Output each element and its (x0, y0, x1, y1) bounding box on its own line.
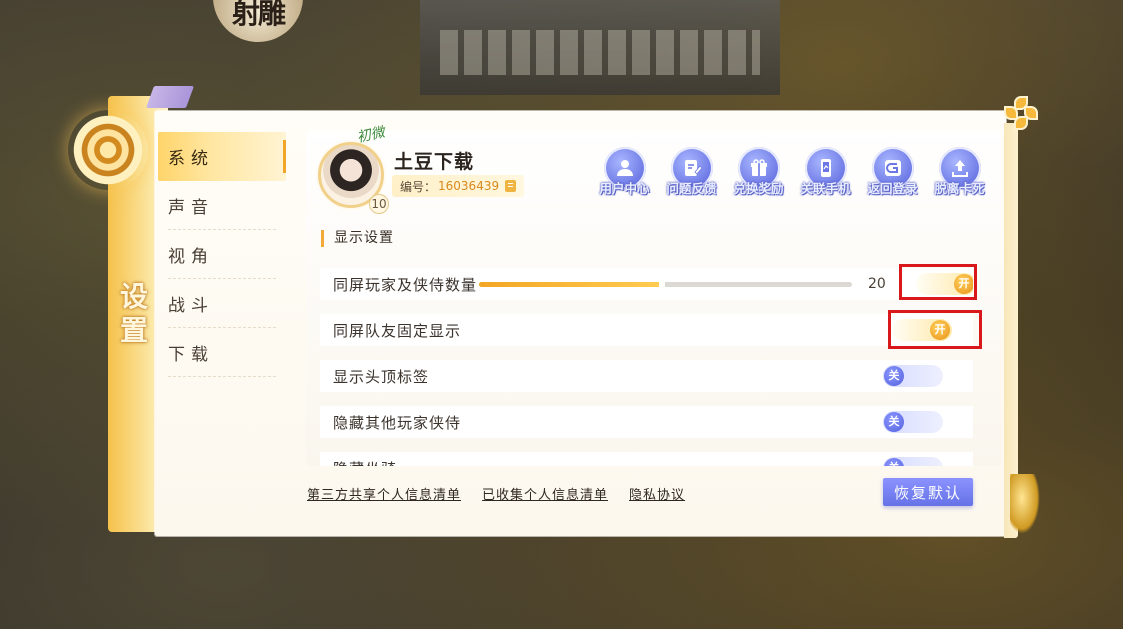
toggle-knob: 关 (884, 366, 904, 386)
quick-action-label: 脱离卡死 (934, 181, 985, 196)
ornament-decoration (1010, 474, 1040, 534)
redeem-reward-button[interactable]: 兑换奖励 (730, 147, 787, 197)
swirl-emblem-icon (68, 110, 148, 190)
escape-stuck-button[interactable]: 脱离卡死 (931, 147, 988, 197)
setting-row-teammate-display: 同屏队友固定显示 开 (320, 314, 973, 346)
ribbon-decoration (145, 86, 195, 108)
quick-action-label: 用户中心 (599, 181, 650, 196)
player-name: 土豆下载 (394, 151, 475, 173)
quick-action-label: 返回登录 (867, 181, 918, 196)
privacy-policy-link[interactable]: 隐私协议 (629, 484, 685, 503)
section-title: 显示设置 (321, 230, 394, 247)
tab-sound[interactable]: 声音 (158, 181, 286, 230)
setting-row-player-count: 同屏玩家及侠侍数量 20 开 (320, 268, 973, 300)
settings-list: 同屏玩家及侠侍数量 20 开 同屏队友固定显示 开 显示头顶标签 关 隐藏其他玩… (320, 268, 973, 466)
tab-label: 视角 (168, 247, 214, 267)
player-id-badge: 编号： 16036439 (392, 175, 525, 197)
setting-label: 显示头顶标签 (333, 367, 430, 386)
toggle-knob: 关 (884, 458, 904, 466)
feedback-button[interactable]: 问题反馈 (663, 147, 720, 197)
tab-label: 战斗 (168, 296, 214, 316)
toggle-knob: 关 (884, 412, 904, 432)
footer-links: 第三方共享个人信息清单 已收集个人信息清单 隐私协议 (307, 484, 685, 503)
slider-fill (479, 282, 662, 287)
flower-icon (1004, 96, 1038, 130)
user-center-button[interactable]: 用户中心 (596, 147, 653, 197)
setting-label: 同屏队友固定显示 (333, 321, 462, 340)
copy-icon[interactable] (505, 180, 517, 192)
tab-combat[interactable]: 战斗 (158, 279, 286, 328)
level-badge: 10 (369, 194, 389, 214)
highlight-box (888, 310, 982, 349)
background-building (420, 0, 780, 95)
head-labels-toggle[interactable]: 关 (883, 365, 943, 387)
slider-value: 20 (868, 276, 886, 292)
hide-mounts-toggle[interactable]: 关 (883, 457, 943, 466)
game-logo: 射雕 (213, 0, 303, 42)
setting-row-hide-companions: 隐藏其他玩家侠侍 关 (320, 406, 973, 438)
return-login-button[interactable]: 返回登录 (864, 147, 921, 197)
tab-label: 声音 (168, 198, 214, 218)
third-party-sharing-link[interactable]: 第三方共享个人信息清单 (307, 484, 461, 503)
avatar-rank-tag: 初微 (355, 124, 387, 146)
player-count-slider[interactable] (479, 280, 852, 289)
highlight-box (899, 264, 977, 300)
setting-row-hide-mounts: 隐藏坐骑 关 (320, 452, 973, 466)
quick-action-label: 关联手机 (800, 181, 851, 196)
panel-title: 设置 (119, 280, 148, 347)
hide-companions-toggle[interactable]: 关 (883, 411, 943, 433)
slider-handle[interactable] (658, 280, 665, 289)
quick-action-label: 问题反馈 (666, 181, 717, 196)
link-phone-button[interactable]: 关联手机 (797, 147, 854, 197)
tab-system[interactable]: 系统 (158, 132, 286, 181)
player-id-label: 编号： (400, 179, 437, 194)
quick-action-label: 兑换奖励 (733, 181, 784, 196)
player-id-value: 16036439 (438, 179, 500, 193)
tab-label: 下载 (168, 345, 214, 365)
quick-actions-bar: 用户中心 问题反馈 兑换奖励 关联手机 返回登录 脱离卡死 (596, 147, 988, 197)
setting-label: 隐藏坐骑 (333, 458, 397, 467)
reset-default-button[interactable]: 恢复默认 (883, 478, 973, 506)
tab-download[interactable]: 下载 (158, 328, 286, 377)
setting-row-head-labels: 显示头顶标签 关 (320, 360, 973, 392)
tab-label: 系统 (168, 149, 214, 169)
setting-label: 同屏玩家及侠侍数量 (333, 275, 478, 294)
setting-label: 隐藏其他玩家侠侍 (333, 413, 462, 432)
tab-camera[interactable]: 视角 (158, 230, 286, 279)
collected-info-link[interactable]: 已收集个人信息清单 (482, 484, 608, 503)
settings-sidebar: 系统 声音 视角 战斗 下载 (158, 132, 286, 377)
